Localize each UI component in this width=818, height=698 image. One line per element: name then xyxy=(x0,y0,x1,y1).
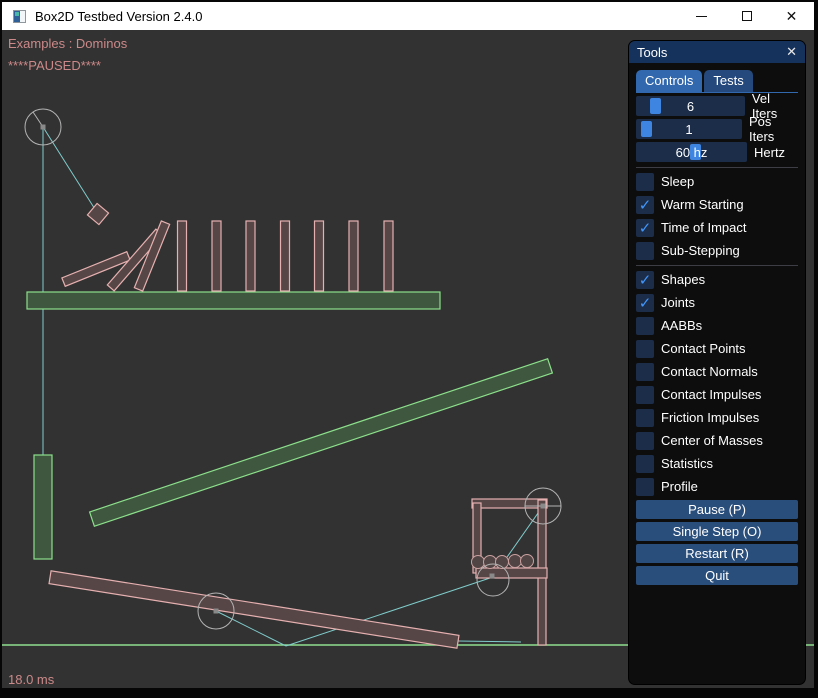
maximize-icon xyxy=(742,11,752,21)
checkbox-box[interactable]: ✓ xyxy=(636,386,654,404)
tab-tests[interactable]: Tests xyxy=(704,70,752,92)
ball xyxy=(472,556,485,569)
checkbox-sleep[interactable]: ✓ Sleep xyxy=(636,172,798,191)
checkbox-center-of-masses[interactable]: ✓ Center of Masses xyxy=(636,431,798,450)
checkbox-time-of-impact[interactable]: ✓ Time of Impact xyxy=(636,218,798,237)
checkbox-label: Profile xyxy=(661,479,698,494)
checkbox-box[interactable]: ✓ xyxy=(636,196,654,214)
frame-top-beam xyxy=(472,499,547,508)
checkbox-box[interactable]: ✓ xyxy=(636,409,654,427)
separator xyxy=(636,265,798,266)
close-icon: ✕ xyxy=(786,9,798,23)
slider-value: 6 xyxy=(636,96,745,116)
frame-time-label: 18.0 ms xyxy=(8,672,54,687)
checkbox-joints[interactable]: ✓ Joints xyxy=(636,293,798,312)
checkbox-aabbs[interactable]: ✓ AABBs xyxy=(636,316,798,335)
restart-button[interactable]: Restart (R) xyxy=(636,544,798,563)
checkbox-label: Sleep xyxy=(661,174,694,189)
hertz-row: 60 hz Hertz xyxy=(636,142,798,162)
domino xyxy=(212,221,221,291)
checkbox-label: Sub-Stepping xyxy=(661,243,740,258)
checkbox-label: Shapes xyxy=(661,272,705,287)
maximize-button[interactable] xyxy=(724,2,769,30)
vertical-column xyxy=(34,455,52,559)
checkbox-label: Joints xyxy=(661,295,695,310)
checkbox-shapes[interactable]: ✓ Shapes xyxy=(636,270,798,289)
domino xyxy=(349,221,358,291)
vel-iters-slider[interactable]: 6 xyxy=(636,96,745,116)
checkbox-statistics[interactable]: ✓ Statistics xyxy=(636,454,798,473)
checkbox-label: Contact Normals xyxy=(661,364,758,379)
checkbox-box[interactable]: ✓ xyxy=(636,294,654,312)
checkbox-label: Friction Impulses xyxy=(661,410,759,425)
domino xyxy=(315,221,324,291)
ball xyxy=(509,555,522,568)
window-title: Box2D Testbed Version 2.4.0 xyxy=(35,9,202,24)
domino xyxy=(178,221,187,291)
minimize-icon xyxy=(696,16,707,17)
minimize-button[interactable] xyxy=(679,2,724,30)
frame-shelf xyxy=(476,568,547,578)
tab-controls[interactable]: Controls xyxy=(636,70,702,92)
shelf-top xyxy=(27,292,440,309)
domino xyxy=(246,221,255,291)
checkbox-sub-stepping[interactable]: ✓ Sub-Stepping xyxy=(636,241,798,260)
joint-anchor xyxy=(541,504,546,509)
example-label: Examples : Dominos xyxy=(8,36,127,51)
checkbox-box[interactable]: ✓ xyxy=(636,317,654,335)
checkbox-label: Statistics xyxy=(661,456,713,471)
joint-anchor xyxy=(41,125,46,130)
domino xyxy=(384,221,393,291)
ball xyxy=(484,556,497,569)
checkbox-label: Warm Starting xyxy=(661,197,744,212)
slider-value: 60 hz xyxy=(636,142,747,162)
slider-value: 1 xyxy=(636,119,742,139)
pause-button[interactable]: Pause (P) xyxy=(636,500,798,519)
checkbox-friction-impulses[interactable]: ✓ Friction Impulses xyxy=(636,408,798,427)
tab-bar: Controls Tests xyxy=(636,70,798,93)
pos-iters-row: 1 Pos Iters xyxy=(636,119,798,139)
checkbox-warm-starting[interactable]: ✓ Warm Starting xyxy=(636,195,798,214)
checkbox-box[interactable]: ✓ xyxy=(636,340,654,358)
title-bar[interactable]: Box2D Testbed Version 2.4.0 ✕ xyxy=(2,2,814,30)
paused-label: ****PAUSED**** xyxy=(8,58,101,73)
vel-iters-row: 6 Vel Iters xyxy=(636,96,798,116)
checkbox-label: AABBs xyxy=(661,318,702,333)
single-step-button[interactable]: Single Step (O) xyxy=(636,522,798,541)
checkbox-box[interactable]: ✓ xyxy=(636,271,654,289)
checkbox-label: Contact Points xyxy=(661,341,746,356)
ball xyxy=(521,555,534,568)
checkbox-label: Center of Masses xyxy=(661,433,763,448)
app-icon xyxy=(13,10,26,23)
hertz-slider[interactable]: 60 hz xyxy=(636,142,747,162)
close-button[interactable]: ✕ xyxy=(769,2,814,30)
tools-panel-title: Tools xyxy=(637,45,667,60)
tools-panel-titlebar[interactable]: Tools ✕ xyxy=(629,41,805,63)
checkbox-profile[interactable]: ✓ Profile xyxy=(636,477,798,496)
checkbox-box[interactable]: ✓ xyxy=(636,219,654,237)
slider-label: Pos Iters xyxy=(749,114,798,144)
checkbox-box[interactable]: ✓ xyxy=(636,478,654,496)
app-window: Box2D Testbed Version 2.4.0 ✕ xyxy=(0,0,818,698)
separator xyxy=(636,167,798,168)
checkbox-contact-points[interactable]: ✓ Contact Points xyxy=(636,339,798,358)
checkbox-box[interactable]: ✓ xyxy=(636,432,654,450)
tools-close-icon[interactable]: ✕ xyxy=(786,44,797,60)
checkbox-label: Contact Impulses xyxy=(661,387,761,402)
checkbox-box[interactable]: ✓ xyxy=(636,455,654,473)
domino xyxy=(281,221,290,291)
quit-button[interactable]: Quit xyxy=(636,566,798,585)
checkbox-box[interactable]: ✓ xyxy=(636,173,654,191)
joint-anchor xyxy=(214,609,219,614)
checkbox-contact-normals[interactable]: ✓ Contact Normals xyxy=(636,362,798,381)
joint-anchor xyxy=(490,574,495,579)
checkbox-box[interactable]: ✓ xyxy=(636,363,654,381)
tools-panel: Tools ✕ Controls Tests 6 Vel Iters 1 P xyxy=(628,40,806,685)
pos-iters-slider[interactable]: 1 xyxy=(636,119,742,139)
checkbox-box[interactable]: ✓ xyxy=(636,242,654,260)
checkbox-label: Time of Impact xyxy=(661,220,746,235)
checkbox-contact-impulses[interactable]: ✓ Contact Impulses xyxy=(636,385,798,404)
slider-label: Hertz xyxy=(754,145,785,160)
